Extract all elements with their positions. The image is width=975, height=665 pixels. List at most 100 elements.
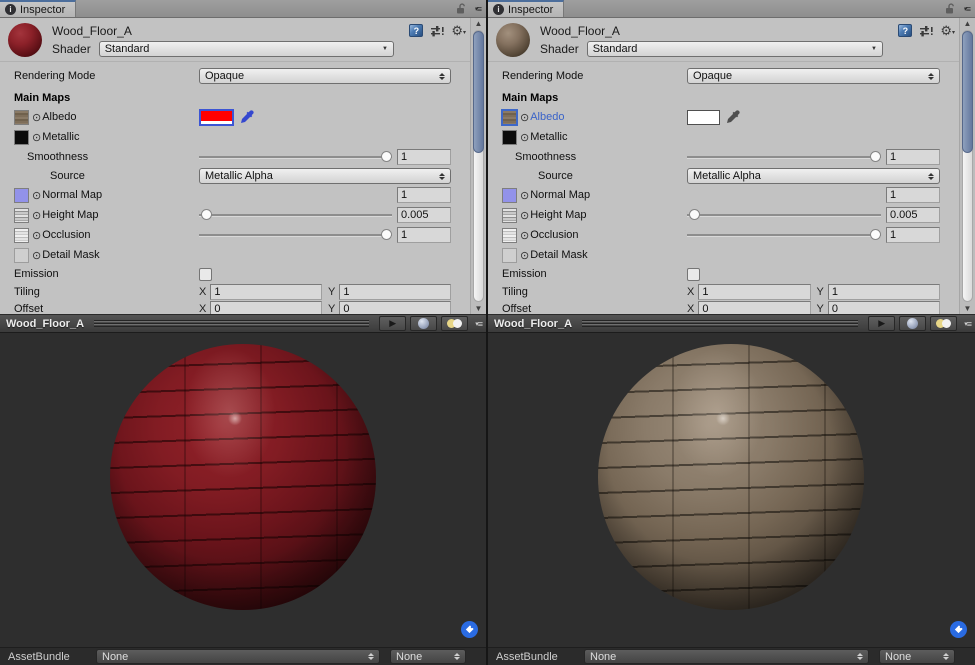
material-thumbnail[interactable]	[496, 23, 530, 57]
scroll-up-icon[interactable]: ▲	[960, 19, 975, 28]
tiling-y-field[interactable]: 1	[828, 284, 940, 300]
smoothness-value-field[interactable]: 1	[397, 149, 451, 165]
albedo-color-swatch[interactable]	[199, 109, 234, 126]
offset-x-field[interactable]: 0	[698, 301, 810, 315]
metallic-target-icon[interactable]: ⊙	[520, 131, 529, 144]
presets-icon[interactable]	[919, 25, 933, 37]
height-map-texture-thumb[interactable]	[502, 208, 517, 223]
assetbundle-dropdown[interactable]: None	[96, 649, 380, 664]
scrollbar-thumb[interactable]	[473, 31, 484, 153]
occlusion-texture-thumb[interactable]	[14, 228, 29, 243]
offset-y-field[interactable]: 0	[339, 301, 451, 315]
offset-x-field[interactable]: 0	[210, 301, 322, 315]
lock-icon[interactable]	[456, 3, 467, 15]
height-map-value-field[interactable]: 0.005	[397, 207, 451, 223]
normal-map-texture-thumb[interactable]	[502, 188, 517, 203]
albedo-target-icon[interactable]: ⊙	[520, 111, 529, 124]
height-map-texture-thumb[interactable]	[14, 208, 29, 223]
source-dropdown[interactable]: Metallic Alpha	[199, 168, 451, 184]
smoothness-value-field[interactable]: 1	[886, 149, 940, 165]
albedo-texture-thumb[interactable]	[502, 110, 517, 125]
eyedropper-icon[interactable]	[726, 110, 740, 124]
gear-icon[interactable]: ⚙▾	[940, 24, 955, 37]
metallic-target-icon[interactable]: ⊙	[32, 131, 41, 144]
material-properties: Rendering Mode Opaque Main Maps ⊙ Albedo	[0, 62, 470, 314]
preview-shape-button[interactable]	[410, 316, 437, 331]
asset-labels-button[interactable]	[950, 621, 967, 638]
albedo-color-swatch[interactable]	[687, 110, 720, 125]
normal-map-value-field[interactable]: 1	[886, 187, 940, 203]
play-button[interactable]: ▶	[379, 316, 406, 331]
assetbundle-variant-dropdown[interactable]: None	[879, 649, 955, 664]
normal-map-value-field[interactable]: 1	[397, 187, 451, 203]
pane-menu-icon[interactable]: ▾≡	[474, 4, 481, 14]
albedo-texture-thumb[interactable]	[14, 110, 29, 125]
smoothness-slider[interactable]	[199, 150, 392, 164]
tiling-x-field[interactable]: 1	[210, 284, 322, 300]
scrollbar-thumb[interactable]	[962, 31, 973, 153]
presets-icon[interactable]	[430, 25, 444, 37]
lock-icon[interactable]	[945, 3, 956, 15]
tiling-x-field[interactable]: 1	[698, 284, 810, 300]
height-map-value-field[interactable]: 0.005	[886, 207, 940, 223]
occlusion-texture-thumb[interactable]	[502, 228, 517, 243]
pane-menu-icon[interactable]: ▾≡	[963, 4, 970, 14]
occlusion-target-icon[interactable]: ⊙	[32, 229, 41, 242]
detail-mask-target-icon[interactable]: ⊙	[520, 249, 529, 262]
offset-y-field[interactable]: 0	[828, 301, 940, 315]
inspector-scrollbar[interactable]: ▲ ▼	[470, 18, 486, 314]
scroll-down-icon[interactable]: ▼	[960, 304, 975, 313]
occlusion-value-field[interactable]: 1	[886, 227, 940, 243]
height-map-slider[interactable]	[199, 208, 392, 222]
emission-checkbox[interactable]	[199, 268, 212, 281]
gear-icon[interactable]: ⚙▾	[451, 24, 466, 37]
smoothness-slider[interactable]	[687, 150, 881, 164]
play-button[interactable]: ▶	[868, 316, 895, 331]
preview-menu-icon[interactable]: ▾≡	[475, 319, 482, 329]
preview-shape-button[interactable]	[899, 316, 926, 331]
material-preview-sphere[interactable]	[110, 344, 376, 610]
metallic-texture-thumb[interactable]	[14, 130, 29, 145]
help-icon[interactable]: ?	[898, 24, 912, 37]
rendering-mode-dropdown[interactable]: Opaque	[687, 68, 940, 84]
normal-map-target-icon[interactable]: ⊙	[32, 189, 41, 202]
rendering-mode-dropdown[interactable]: Opaque	[199, 68, 451, 84]
inspector-scrollbar[interactable]: ▲ ▼	[959, 18, 975, 314]
source-dropdown[interactable]: Metallic Alpha	[687, 168, 940, 184]
detail-mask-texture-thumb[interactable]	[502, 248, 517, 263]
material-thumbnail[interactable]	[8, 23, 42, 57]
occlusion-slider[interactable]	[687, 228, 881, 242]
assetbundle-dropdown[interactable]: None	[584, 649, 869, 664]
assetbundle-variant-dropdown[interactable]: None	[390, 649, 466, 664]
preview-drag-handle[interactable]	[582, 320, 858, 327]
material-preview-sphere[interactable]	[598, 344, 864, 610]
asset-labels-button[interactable]	[461, 621, 478, 638]
preview-menu-icon[interactable]: ▾≡	[964, 319, 971, 329]
shader-dropdown[interactable]: Standard ▼	[587, 41, 883, 57]
detail-mask-texture-thumb[interactable]	[14, 248, 29, 263]
eyedropper-icon[interactable]	[240, 110, 254, 124]
albedo-target-icon[interactable]: ⊙	[32, 111, 41, 124]
info-icon: i	[493, 4, 504, 15]
tiling-y-field[interactable]: 1	[339, 284, 451, 300]
height-map-slider[interactable]	[687, 208, 881, 222]
scroll-down-icon[interactable]: ▼	[471, 304, 486, 313]
emission-checkbox[interactable]	[687, 268, 700, 281]
occlusion-slider[interactable]	[199, 228, 392, 242]
preview-lighting-button[interactable]	[441, 316, 468, 331]
tab-inspector[interactable]: i Inspector	[488, 0, 564, 17]
metallic-texture-thumb[interactable]	[502, 130, 517, 145]
occlusion-value-field[interactable]: 1	[397, 227, 451, 243]
tab-inspector[interactable]: i Inspector	[0, 0, 76, 17]
normal-map-target-icon[interactable]: ⊙	[520, 189, 529, 202]
scroll-up-icon[interactable]: ▲	[471, 19, 486, 28]
normal-map-texture-thumb[interactable]	[14, 188, 29, 203]
preview-drag-handle[interactable]	[94, 320, 369, 327]
detail-mask-target-icon[interactable]: ⊙	[32, 249, 41, 262]
shader-dropdown[interactable]: Standard ▼	[99, 41, 394, 57]
help-icon[interactable]: ?	[409, 24, 423, 37]
height-map-target-icon[interactable]: ⊙	[520, 209, 529, 222]
preview-lighting-button[interactable]	[930, 316, 957, 331]
occlusion-target-icon[interactable]: ⊙	[520, 229, 529, 242]
height-map-target-icon[interactable]: ⊙	[32, 209, 41, 222]
